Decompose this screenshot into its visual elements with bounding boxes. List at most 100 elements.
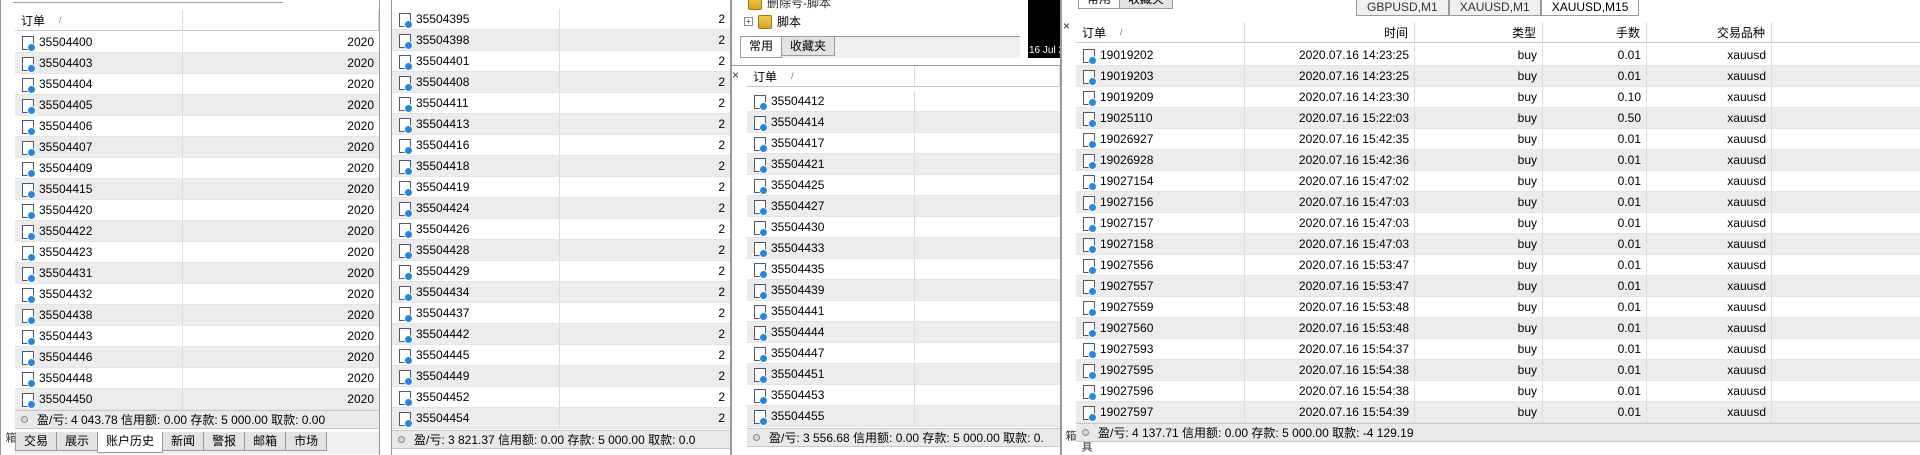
table-row[interactable]: 35504454 2 xyxy=(392,408,730,429)
table-row[interactable]: 35504420 2020 xyxy=(15,200,379,221)
chart-window[interactable]: 16 Jul 2 xyxy=(1028,0,1060,58)
table-row[interactable]: 35504453 xyxy=(747,385,1060,406)
table-row[interactable]: 19019209 2020.07.16 14:23:30 buy 0.10 xauusd xyxy=(1076,87,1920,108)
column-header-order[interactable]: 订单 / xyxy=(15,10,183,30)
table-row[interactable]: 35504428 2 xyxy=(392,240,730,261)
table-row[interactable]: 35504404 2020 xyxy=(15,74,379,95)
table-row[interactable]: 19027596 2020.07.16 15:54:38 buy 0.01 xauusd xyxy=(1076,381,1920,402)
chart-tab-0[interactable]: GBPUSD,M1 xyxy=(1356,0,1449,16)
column-header-time[interactable] xyxy=(183,10,379,30)
table-row[interactable]: 35504427 xyxy=(747,196,1060,217)
table-row[interactable]: 35504416 2 xyxy=(392,135,730,156)
table-row[interactable]: 35504411 2 xyxy=(392,93,730,114)
table-row[interactable]: 19027156 2020.07.16 15:47:03 buy 0.01 xauusd xyxy=(1076,192,1920,213)
table-row[interactable]: 35504426 2 xyxy=(392,219,730,240)
tab-terminal-2[interactable]: 账户历史 xyxy=(97,432,164,453)
table-row[interactable]: 19027154 2020.07.16 15:47:02 buy 0.01 xauusd xyxy=(1076,171,1920,192)
table-row[interactable]: 35504413 2 xyxy=(392,114,730,135)
table-row[interactable]: 35504400 2020 xyxy=(15,32,379,53)
column-header-time[interactable] xyxy=(915,66,1060,86)
navigator-item-scripts[interactable]: + 脚本 xyxy=(744,13,801,30)
column-header-lots[interactable]: 手数 xyxy=(1543,22,1647,42)
table-row[interactable]: 35504430 xyxy=(747,217,1060,238)
table-row[interactable]: 35504435 xyxy=(747,259,1060,280)
table-row[interactable]: 35504438 2020 xyxy=(15,305,379,326)
table-row[interactable]: 19027557 2020.07.16 15:53:47 buy 0.01 xauusd xyxy=(1076,276,1920,297)
table-row[interactable]: 35504431 2020 xyxy=(15,263,379,284)
table-row[interactable]: 19027559 2020.07.16 15:53:48 buy 0.01 xauusd xyxy=(1076,297,1920,318)
column-header-order[interactable]: 订单 / xyxy=(747,66,915,86)
table-row[interactable]: 35504434 2 xyxy=(392,282,730,303)
table-row[interactable]: 35504437 2 xyxy=(392,303,730,324)
table-row[interactable]: 35504441 xyxy=(747,301,1060,322)
table-row[interactable]: 35504405 2020 xyxy=(15,95,379,116)
table-row[interactable]: 19025110 2020.07.16 15:22:03 buy 0.50 xauusd xyxy=(1076,108,1920,129)
table-row[interactable]: 19027593 2020.07.16 15:54:37 buy 0.01 xauusd xyxy=(1076,339,1920,360)
column-header-type[interactable]: 类型 xyxy=(1415,22,1543,42)
table-row[interactable]: 35504412 xyxy=(747,91,1060,112)
table-row[interactable]: 35504425 xyxy=(747,175,1060,196)
table-row[interactable]: 35504415 2020 xyxy=(15,179,379,200)
table-row[interactable]: 19026928 2020.07.16 15:42:36 buy 0.01 xauusd xyxy=(1076,150,1920,171)
table-row[interactable]: 35504452 2 xyxy=(392,387,730,408)
table-row[interactable]: 35504403 2020 xyxy=(15,53,379,74)
expand-icon[interactable]: + xyxy=(744,17,753,26)
table-row[interactable]: 19027560 2020.07.16 15:53:48 buy 0.01 xauusd xyxy=(1076,318,1920,339)
table-row[interactable]: 35504409 2020 xyxy=(15,158,379,179)
table-row[interactable]: 35504429 2 xyxy=(392,261,730,282)
table-row[interactable]: 35504455 xyxy=(747,406,1060,427)
table-row[interactable]: 35504447 xyxy=(747,343,1060,364)
table-row[interactable]: 19027157 2020.07.16 15:47:03 buy 0.01 xauusd xyxy=(1076,213,1920,234)
table-row[interactable]: 35504421 xyxy=(747,154,1060,175)
table-row[interactable]: 35504451 xyxy=(747,364,1060,385)
column-header-symbol[interactable]: 交易品种 xyxy=(1647,22,1772,42)
table-row[interactable]: 35504432 2020 xyxy=(15,284,379,305)
tab-terminal-3[interactable]: 新闻 xyxy=(162,432,205,451)
table-row[interactable]: 19026927 2020.07.16 15:42:35 buy 0.01 xauusd xyxy=(1076,129,1920,150)
tab-terminal-1[interactable]: 展示 xyxy=(56,432,99,451)
table-row[interactable]: 19019202 2020.07.16 14:23:25 buy 0.01 xauusd xyxy=(1076,45,1920,66)
table-row[interactable]: 35504433 xyxy=(747,238,1060,259)
table-row[interactable]: 35504418 2 xyxy=(392,156,730,177)
table-row[interactable]: 35504395 2 xyxy=(392,9,730,30)
table-row[interactable]: 35504444 xyxy=(747,322,1060,343)
table-row[interactable]: 35504422 2020 xyxy=(15,221,379,242)
table-row[interactable]: 35504449 2 xyxy=(392,366,730,387)
table-row[interactable]: 35504423 2020 xyxy=(15,242,379,263)
table-row[interactable]: 35504407 2020 xyxy=(15,137,379,158)
tab-terminal-5[interactable]: 邮箱 xyxy=(244,432,287,451)
tab-terminal-0[interactable]: 交易 xyxy=(15,432,58,451)
table-row[interactable]: 35504414 xyxy=(747,112,1060,133)
chart-tab-2[interactable]: XAUUSD,M15 xyxy=(1540,0,1640,16)
tab-terminal-4[interactable]: 警报 xyxy=(203,432,246,451)
table-row[interactable]: 19027597 2020.07.16 15:54:39 buy 0.01 xauusd xyxy=(1076,402,1920,423)
table-row[interactable]: 19019203 2020.07.16 14:23:25 buy 0.01 xauusd xyxy=(1076,66,1920,87)
table-row[interactable]: 19027556 2020.07.16 15:53:47 buy 0.01 xauusd xyxy=(1076,255,1920,276)
tab-favorites[interactable]: 收藏夹 xyxy=(781,37,836,56)
table-row[interactable]: 35504424 2 xyxy=(392,198,730,219)
table-row[interactable]: 35504450 2020 xyxy=(15,389,379,410)
table-row[interactable]: 19027595 2020.07.16 15:54:38 buy 0.01 xauusd xyxy=(1076,360,1920,381)
tab-favorites[interactable]: 收藏夹 xyxy=(1119,0,1174,9)
table-row[interactable]: 35504443 2020 xyxy=(15,326,379,347)
column-header-time[interactable]: 时间 xyxy=(1245,22,1415,42)
table-row[interactable]: 35504408 2 xyxy=(392,72,730,93)
table-row[interactable]: 35504417 xyxy=(747,133,1060,154)
table-row[interactable]: 35504419 2 xyxy=(392,177,730,198)
table-row[interactable]: 35504448 2020 xyxy=(15,368,379,389)
table-row[interactable]: 35504445 2 xyxy=(392,345,730,366)
column-header-order[interactable]: 订单 / xyxy=(1076,22,1245,42)
tab-common[interactable]: 常用 xyxy=(740,37,783,58)
table-row[interactable]: 35504439 xyxy=(747,280,1060,301)
chart-tab-1[interactable]: XAUUSD,M1 xyxy=(1448,0,1541,16)
tab-terminal-6[interactable]: 市场 xyxy=(285,432,328,451)
navigator-item-partial[interactable]: 删除号-脚本 xyxy=(748,0,831,11)
tab-common[interactable]: 常用 xyxy=(1078,0,1121,9)
column-header-extra[interactable] xyxy=(1772,22,1920,42)
table-row[interactable]: 35504442 2 xyxy=(392,324,730,345)
close-icon[interactable]: × xyxy=(732,68,739,82)
close-icon[interactable]: × xyxy=(1063,19,1070,33)
table-row[interactable]: 35504401 2 xyxy=(392,51,730,72)
table-row[interactable]: 19027158 2020.07.16 15:47:03 buy 0.01 xauusd xyxy=(1076,234,1920,255)
table-row[interactable]: 35504446 2020 xyxy=(15,347,379,368)
